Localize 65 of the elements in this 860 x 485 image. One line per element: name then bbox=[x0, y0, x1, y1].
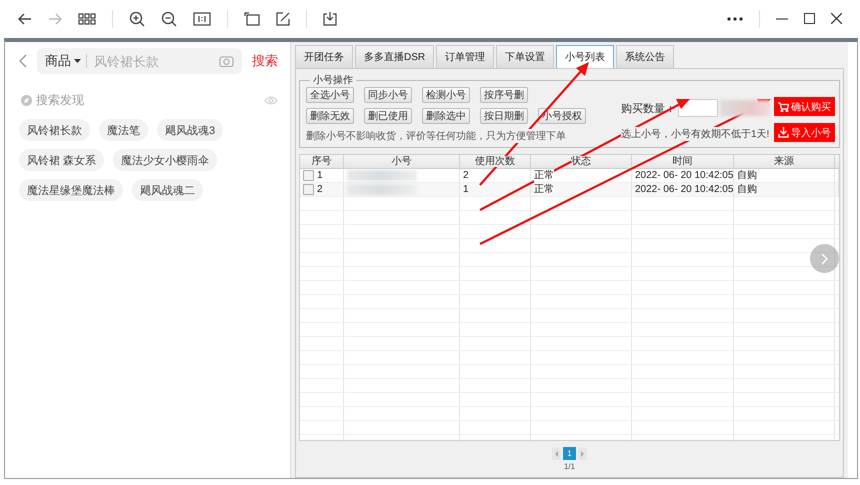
back-icon[interactable] bbox=[18, 12, 32, 24]
download-icon[interactable] bbox=[323, 11, 337, 26]
back-chevron-icon[interactable] bbox=[19, 54, 27, 68]
action-button[interactable]: 按日期删 bbox=[480, 108, 528, 124]
group-title: 小号操作 bbox=[312, 74, 354, 87]
search-chip[interactable]: 飓风战魂二 bbox=[132, 179, 203, 201]
cart-icon bbox=[778, 102, 789, 112]
category-dropdown[interactable]: 商品 bbox=[45, 52, 81, 70]
search-chip[interactable]: 风铃裙长款 bbox=[19, 119, 90, 141]
column-header: 来源 bbox=[734, 155, 835, 169]
tab[interactable]: 下单设置 bbox=[496, 45, 554, 68]
search-field[interactable]: 商品 风铃裙长款 bbox=[37, 48, 242, 74]
search-chip[interactable]: 魔法星缘堡魔法棒 bbox=[19, 179, 123, 201]
tab[interactable]: 系统公告 bbox=[616, 45, 674, 68]
action-button[interactable]: 删已使用 bbox=[364, 108, 412, 124]
search-chip[interactable]: 魔法笔 bbox=[99, 119, 148, 141]
actual-size-icon[interactable] bbox=[193, 12, 211, 26]
maximize-icon[interactable] bbox=[804, 13, 815, 24]
page-button[interactable]: 1 bbox=[563, 447, 576, 460]
search-button[interactable]: 搜索 bbox=[252, 52, 278, 70]
search-chip[interactable]: 风铃裙 森女系 bbox=[19, 149, 104, 171]
tab[interactable]: 开团任务 bbox=[295, 45, 353, 68]
table-cell: 2022- 06- 20 10:42:05 bbox=[632, 169, 734, 183]
action-button[interactable]: 全选小号 bbox=[306, 87, 354, 103]
action-button[interactable]: 删除选中 bbox=[422, 108, 470, 124]
edit-icon[interactable] bbox=[276, 12, 290, 26]
page-summary: 1/1 bbox=[564, 462, 576, 471]
caret-icon bbox=[74, 59, 81, 63]
action-button[interactable]: 检测小号 bbox=[422, 87, 470, 103]
row-checkbox[interactable] bbox=[303, 170, 314, 181]
compass-icon bbox=[21, 95, 32, 106]
quantity-field[interactable] bbox=[678, 99, 718, 117]
grid-icon[interactable] bbox=[78, 12, 96, 24]
quantity-label: 购买数量： bbox=[621, 102, 676, 116]
column-header: 使用次数 bbox=[460, 155, 531, 169]
minimize-icon[interactable] bbox=[776, 18, 788, 20]
download-icon bbox=[778, 127, 789, 138]
action-button[interactable]: 小号授权 bbox=[538, 108, 586, 124]
tab[interactable]: 多多直播DSR bbox=[355, 45, 434, 68]
zoom-out-icon[interactable] bbox=[161, 10, 177, 26]
more-icon[interactable] bbox=[727, 16, 743, 20]
column-header: 序号 bbox=[300, 155, 344, 169]
action-button[interactable]: 同步小号 bbox=[364, 87, 412, 103]
column-header: 小号 bbox=[344, 155, 460, 169]
action-button[interactable]: 按序号删 bbox=[480, 87, 528, 103]
search-chip[interactable]: 魔法少女小樱雨伞 bbox=[113, 149, 218, 171]
import-button[interactable]: 导入小号 bbox=[774, 123, 835, 142]
blurred-area bbox=[347, 184, 417, 195]
rotate-icon[interactable] bbox=[244, 11, 260, 26]
table-cell: 2022- 06- 20 10:42:05 bbox=[632, 183, 734, 197]
blurred-area bbox=[720, 100, 770, 116]
blurred-area bbox=[347, 170, 417, 181]
action-button[interactable]: 删除无效 bbox=[306, 108, 354, 124]
column-header: 时间 bbox=[632, 155, 734, 169]
section-title: 搜索发现 bbox=[36, 92, 84, 109]
chevron-right-icon bbox=[821, 252, 828, 264]
zoom-in-icon[interactable] bbox=[129, 10, 145, 26]
search-chip[interactable]: 飓风战魂3 bbox=[157, 119, 224, 141]
tab[interactable]: 小号列表 bbox=[556, 45, 614, 68]
column-header: 状态 bbox=[531, 155, 632, 169]
confirm-purchase-button[interactable]: 确认购买 bbox=[774, 97, 835, 116]
row-checkbox[interactable] bbox=[303, 184, 314, 195]
close-icon[interactable] bbox=[831, 13, 842, 24]
hint-text: 选上小号，小号有效期不低于1天! bbox=[621, 127, 770, 141]
tab[interactable]: 订单管理 bbox=[436, 45, 494, 68]
